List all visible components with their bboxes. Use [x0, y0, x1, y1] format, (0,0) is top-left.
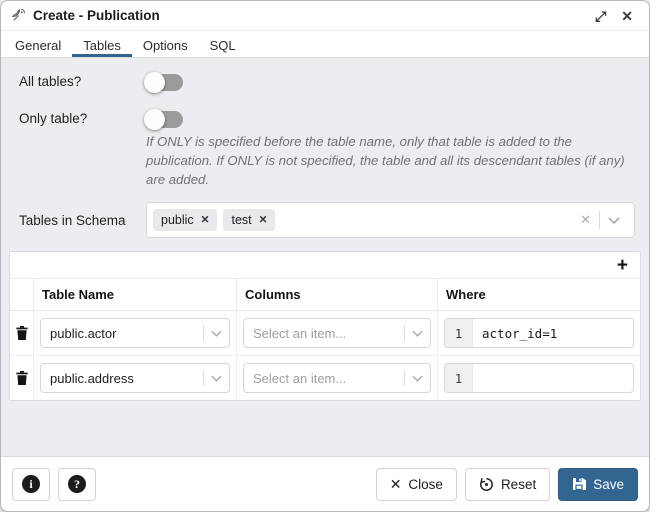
only-table-help-text: If ONLY is specified before the table na…	[146, 132, 625, 189]
add-row-button[interactable]: +	[615, 256, 630, 275]
save-button-label: Save	[593, 477, 624, 492]
table-name-select[interactable]: public.actor	[40, 318, 230, 348]
table-row: public.address Select an item...	[10, 356, 640, 400]
schema-chip[interactable]: public ✕	[153, 209, 217, 231]
tables-in-schema-select[interactable]: public ✕ test ✕ ✕	[146, 202, 635, 238]
resize-icon[interactable]: ⤢	[591, 9, 610, 23]
line-number: 1	[445, 319, 473, 347]
table-name-value: public.actor	[50, 326, 116, 341]
columns-select[interactable]: Select an item...	[243, 318, 431, 348]
save-icon	[572, 477, 586, 491]
table-name-value: public.address	[50, 371, 134, 386]
where-value[interactable]	[473, 364, 633, 392]
reset-icon	[479, 477, 494, 492]
dialog-footer: i ? ✕ Close Reset	[1, 456, 649, 511]
reset-button-label: Reset	[501, 477, 536, 492]
only-table-label: Only table?	[19, 111, 146, 126]
close-icon[interactable]: ✕	[617, 9, 637, 23]
delete-row-icon[interactable]	[14, 369, 30, 387]
chevron-down-icon[interactable]	[405, 330, 430, 337]
column-header-columns: Columns	[237, 279, 438, 310]
columns-select[interactable]: Select an item...	[243, 363, 431, 393]
chevron-down-icon[interactable]	[405, 375, 430, 382]
table-row: public.actor Select an item...	[10, 311, 640, 356]
columns-placeholder: Select an item...	[253, 326, 346, 341]
grid-header: Table Name Columns Where	[10, 279, 640, 311]
table-name-select[interactable]: public.address	[40, 363, 230, 393]
save-button[interactable]: Save	[558, 468, 638, 501]
publication-icon	[11, 8, 26, 23]
tab-tables[interactable]: Tables	[72, 31, 132, 57]
tables-in-schema-label: Tables in Schema	[19, 213, 146, 228]
column-header-where: Where	[438, 279, 640, 310]
where-editor[interactable]: 1	[444, 363, 634, 393]
close-button[interactable]: ✕ Close	[376, 468, 457, 501]
tab-general[interactable]: General	[4, 31, 72, 57]
schema-chip-label: public	[161, 213, 194, 227]
only-table-toggle[interactable]	[146, 111, 183, 128]
info-button[interactable]: i	[12, 468, 50, 501]
where-editor[interactable]: 1 actor_id=1	[444, 318, 634, 348]
clear-selection-icon[interactable]: ✕	[572, 212, 599, 228]
info-icon: i	[22, 475, 40, 493]
schema-chip-label: test	[231, 213, 251, 227]
chevron-down-icon[interactable]	[600, 217, 628, 224]
where-value[interactable]: actor_id=1	[473, 319, 633, 347]
chevron-down-icon[interactable]	[204, 330, 229, 337]
columns-placeholder: Select an item...	[253, 371, 346, 386]
tab-options[interactable]: Options	[132, 31, 199, 57]
reset-button[interactable]: Reset	[465, 468, 550, 501]
close-button-label: Close	[408, 477, 443, 492]
tab-bar: General Tables Options SQL	[1, 31, 649, 58]
all-tables-toggle[interactable]	[146, 74, 183, 91]
delete-row-icon[interactable]	[14, 324, 30, 342]
grid-header-spacer	[10, 279, 34, 310]
grid-toolbar: +	[10, 252, 640, 279]
tab-sql[interactable]: SQL	[199, 31, 247, 57]
tables-grid: + Table Name Columns Where	[9, 251, 641, 401]
close-x-icon: ✕	[390, 476, 402, 493]
help-icon: ?	[68, 475, 86, 493]
tables-tab-panel: All tables? Only table? If ONLY is speci…	[1, 58, 649, 401]
dialog-title: Create - Publication	[33, 8, 160, 23]
column-header-table-name: Table Name	[34, 279, 237, 310]
create-publication-dialog: Create - Publication ⤢ ✕ General Tables …	[0, 0, 650, 512]
title-bar: Create - Publication ⤢ ✕	[1, 1, 649, 31]
line-number: 1	[445, 364, 473, 392]
all-tables-label: All tables?	[19, 74, 146, 89]
chip-remove-icon[interactable]: ✕	[259, 214, 268, 226]
help-button[interactable]: ?	[58, 468, 96, 501]
chip-remove-icon[interactable]: ✕	[201, 214, 210, 226]
schema-chip[interactable]: test ✕	[223, 209, 275, 231]
chevron-down-icon[interactable]	[204, 375, 229, 382]
